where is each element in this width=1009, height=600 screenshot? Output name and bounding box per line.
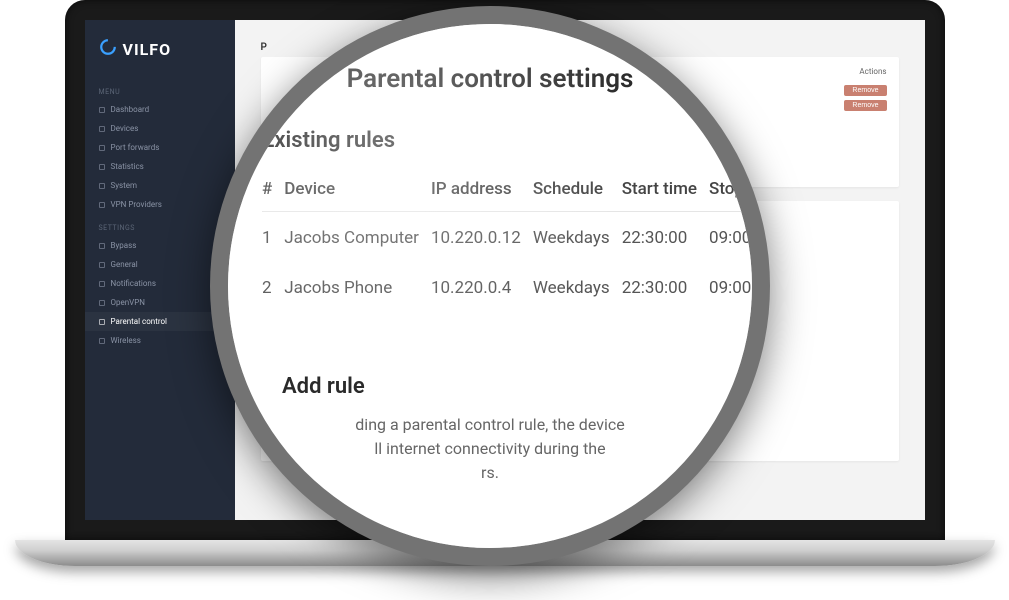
brand: VILFO [85, 38, 235, 78]
menu-icon [99, 281, 105, 287]
sidebar-item-system[interactable]: System [85, 176, 235, 195]
menu-icon [99, 164, 105, 170]
sidebar-item-statistics[interactable]: Statistics [85, 157, 235, 176]
remove-button[interactable]: Remove [844, 85, 886, 96]
sidebar-item-label: Port forwards [111, 143, 160, 152]
sidebar-item-label: Parental control [111, 317, 167, 326]
sidebar-item-wireless[interactable]: Wireless [85, 331, 235, 350]
add-rule-description: ding a parental control rule, the device… [262, 413, 718, 485]
sidebar-item-devices[interactable]: Devices [85, 119, 235, 138]
sidebar-item-label: Statistics [111, 162, 144, 171]
menu-icon [99, 338, 105, 344]
col-schedule: Schedule [533, 169, 622, 212]
cell-stop: 09:00:00 [709, 264, 770, 314]
sidebar-item-label: Devices [111, 124, 139, 133]
sidebar-item-label: Bypass [111, 241, 137, 250]
sidebar-item-label: Wireless [111, 336, 141, 345]
menu-section-label: MENU [85, 78, 235, 100]
col-num: # [262, 169, 284, 212]
settings-section-label: SETTINGS [85, 214, 235, 236]
cell-start: 22:30:00 [622, 212, 709, 265]
sidebar-item-dashboard[interactable]: Dashboard [85, 100, 235, 119]
menu-icon [99, 202, 105, 208]
col-start-time: Start time [622, 169, 709, 212]
brand-name: VILFO [123, 40, 172, 59]
cell-start: 22:30:00 [622, 264, 709, 314]
cell-num: 2 [262, 264, 284, 314]
rules-table: # Device IP address Schedule Start time … [262, 169, 770, 314]
menu-icon [99, 319, 105, 325]
cell-device: Jacobs Computer [284, 212, 431, 265]
remove-button[interactable]: Remove [844, 100, 886, 111]
actions-column-header: Actions [859, 67, 886, 76]
menu-icon [99, 145, 105, 151]
cell-schedule: Weekdays [533, 212, 622, 265]
table-header-row: # Device IP address Schedule Start time … [262, 169, 770, 212]
menu-icon [99, 183, 105, 189]
sidebar-item-label: Dashboard [111, 105, 150, 114]
existing-rules-title: Existing rules [262, 128, 718, 153]
cell-device: Jacobs Phone [284, 264, 431, 314]
cell-num: 1 [262, 212, 284, 265]
brand-logo-icon [99, 38, 117, 60]
cell-stop: 09:00:00 [709, 212, 770, 265]
menu-icon [99, 300, 105, 306]
table-row[interactable]: 2 Jacobs Phone 10.220.0.4 Weekdays 22:30… [262, 264, 770, 314]
magnifier-lens: Parental control settings Existing rules… [210, 6, 770, 566]
sidebar-item-vpn-providers[interactable]: VPN Providers [85, 195, 235, 214]
sidebar-item-label: OpenVPN [111, 298, 146, 307]
sidebar-item-label: VPN Providers [111, 200, 162, 209]
magnified-content: Parental control settings Existing rules… [228, 24, 752, 548]
table-row[interactable]: 1 Jacobs Computer 10.220.0.12 Weekdays 2… [262, 212, 770, 265]
sidebar-item-label: Notifications [111, 279, 156, 288]
cell-ip: 10.220.0.12 [431, 212, 533, 265]
cell-ip: 10.220.0.4 [431, 264, 533, 314]
menu-icon [99, 243, 105, 249]
page-title: Parental control settings [262, 64, 718, 94]
menu-icon [99, 107, 105, 113]
cell-schedule: Weekdays [533, 264, 622, 314]
menu-icon [99, 262, 105, 268]
col-device: Device [284, 169, 431, 212]
add-rule-title: Add rule [262, 374, 718, 399]
sidebar-item-port-forwards[interactable]: Port forwards [85, 138, 235, 157]
sidebar-item-label: System [111, 181, 138, 190]
col-ip: IP address [431, 169, 533, 212]
menu-icon [99, 126, 105, 132]
sidebar-item-label: General [111, 260, 138, 269]
